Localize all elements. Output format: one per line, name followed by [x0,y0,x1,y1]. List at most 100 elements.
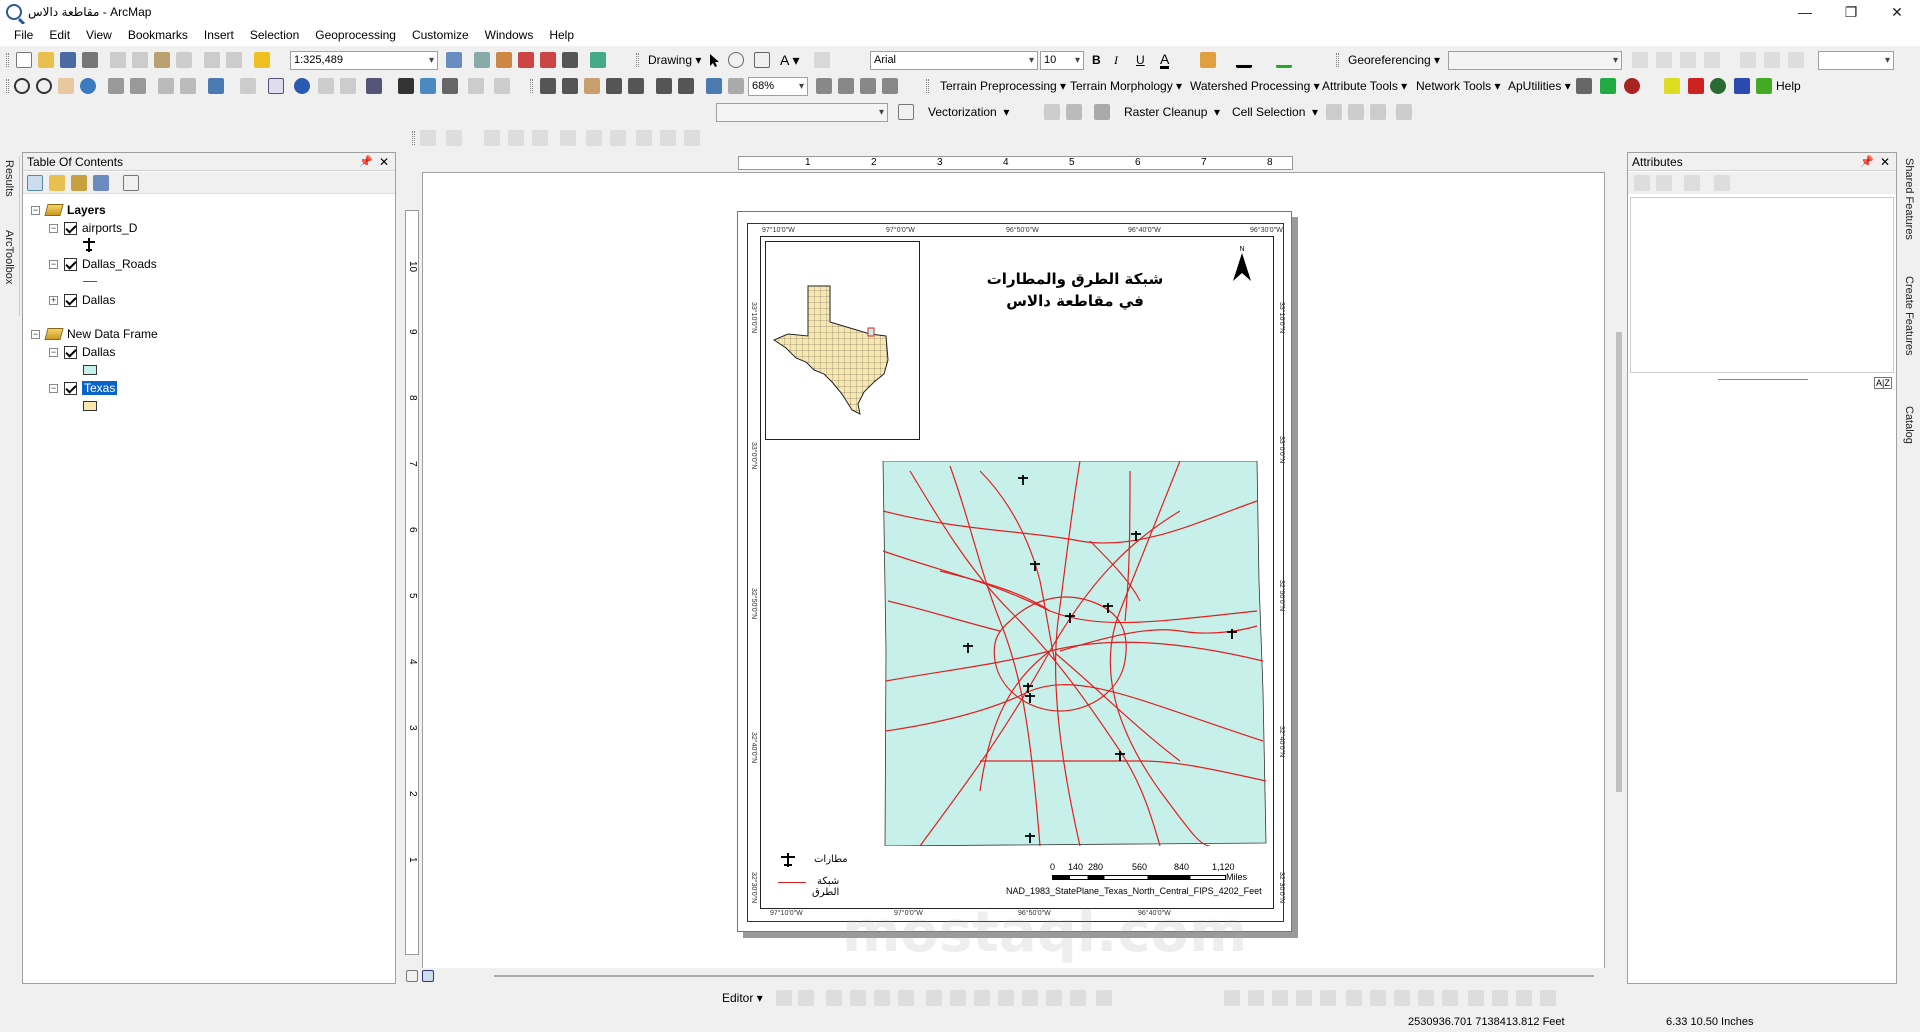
menu-view[interactable]: View [78,24,120,46]
georef-tool-icon[interactable] [1632,52,1648,68]
toggle-draft-icon[interactable] [816,78,832,94]
hydro-tool-icon[interactable] [1664,78,1680,94]
editor-menu[interactable]: Editor ▾ [722,989,763,1007]
terrain-morphology-menu[interactable]: Terrain Morphology ▾ [1070,77,1182,95]
visibility-checkbox[interactable] [64,257,77,271]
vertical-scrollbar[interactable] [1614,172,1626,972]
edit-vertices-icon[interactable] [814,52,830,68]
menu-windows[interactable]: Windows [477,24,542,46]
catalog-window-icon[interactable] [496,52,512,68]
measure-icon[interactable] [366,78,382,94]
fixed-zoom-out-icon[interactable] [130,78,146,94]
hydro-tool-icon[interactable] [1600,78,1616,94]
raster-layer-combo[interactable] [716,103,888,122]
clear-selection-icon[interactable] [240,78,256,94]
view-link-table-icon[interactable] [1764,52,1780,68]
network-tools-menu[interactable]: Network Tools ▾ [1416,77,1501,95]
change-layout-icon[interactable] [860,78,876,94]
hydro-tool-icon[interactable] [1734,78,1750,94]
viewer-window-icon[interactable] [494,78,510,94]
collapse-icon[interactable]: − [31,329,40,339]
rotate-icon[interactable] [728,52,744,68]
html-popup-icon[interactable] [340,78,356,94]
menu-help[interactable]: Help [541,24,582,46]
bold-button[interactable]: B [1092,51,1101,69]
menu-insert[interactable]: Insert [196,24,242,46]
horizontal-scrollbar[interactable] [494,975,1594,977]
collapse-icon[interactable]: − [49,223,58,233]
north-arrow[interactable]: N [1232,246,1252,286]
layout-view-icon[interactable] [422,970,434,982]
data-driven-pages-icon[interactable] [882,78,898,94]
help-menu[interactable]: Help [1776,77,1801,95]
select-elements-icon[interactable] [268,78,284,94]
underline-button[interactable]: U [1136,51,1145,69]
cut-icon[interactable] [110,52,126,68]
results-tab[interactable]: Results [3,160,15,197]
visibility-checkbox[interactable] [64,221,77,235]
layer-dallas-roads[interactable]: − Dallas_Roads [49,255,157,273]
arctoolbox-tab[interactable]: ArcToolbox [3,230,15,284]
rotate-georef-icon[interactable] [1788,52,1804,68]
hyperlink-icon[interactable] [318,78,334,94]
georef-layer-combo[interactable] [1448,51,1622,70]
catalog-tab[interactable]: Catalog [1903,406,1915,444]
texas-inset-map[interactable] [765,241,920,440]
fixed-zoom-in-icon[interactable] [108,78,124,94]
save-icon[interactable] [60,52,76,68]
layout-zoom-combo[interactable]: 68% [748,77,808,96]
map-title[interactable]: شبكة الطرق والمطارات في مقاطعة دالاس [985,268,1165,312]
splitter[interactable] [1718,379,1808,380]
text-tool[interactable]: A ▾ [780,51,799,69]
list-by-source-icon[interactable] [49,175,65,191]
editor-toolbar-icon[interactable] [446,52,462,68]
map-scale-combo[interactable]: 1:325,489 [290,51,438,70]
options-icon[interactable] [1714,175,1730,191]
raster-painting-icon[interactable] [1094,104,1110,120]
layout-zoom-in-icon[interactable] [540,78,556,94]
layer-dallas-2[interactable]: − Dallas [49,343,115,361]
hydro-tool-icon[interactable] [1688,78,1704,94]
hydro-tool-icon[interactable] [1710,78,1726,94]
identify-icon[interactable] [294,78,310,94]
vectorization-trace-icon[interactable] [1066,104,1082,120]
zoom-100-icon[interactable] [628,78,644,94]
arctoolbox-icon[interactable] [540,52,556,68]
terrain-preprocessing-menu[interactable]: Terrain Preprocessing ▾ [940,77,1066,95]
list-by-selection-icon[interactable] [93,175,109,191]
list-by-visibility-icon[interactable] [71,175,87,191]
italic-button[interactable]: I [1114,51,1118,69]
drawing-menu[interactable]: Drawing ▾ [648,51,701,69]
data-frame-layers[interactable]: − Layers [31,201,106,219]
line-color-icon[interactable] [1236,52,1252,68]
georeferencing-menu[interactable]: Georeferencing ▾ [1348,51,1440,69]
aputilities-menu[interactable]: ApUtilities ▾ [1508,77,1571,95]
zoom-in-icon[interactable] [14,78,30,94]
marker-color-icon[interactable] [1276,52,1292,68]
undo-icon[interactable] [204,52,220,68]
attribute-tools-menu[interactable]: Attribute Tools ▾ [1322,77,1407,95]
redo-icon[interactable] [226,52,242,68]
add-data-icon[interactable] [254,52,270,68]
time-slider-icon[interactable] [468,78,484,94]
menu-customize[interactable]: Customize [404,24,477,46]
go-forward-extent-icon[interactable] [728,78,744,94]
layout-zoom-out-icon[interactable] [562,78,578,94]
collapse-icon[interactable]: − [31,205,40,215]
focus-data-frame-icon[interactable] [838,78,854,94]
cell-selection-menu[interactable]: Cell Selection ▾ [1232,103,1318,121]
collapse-icon[interactable]: − [49,259,58,269]
cell-statistics-icon[interactable] [1396,104,1412,120]
toolbar-grip[interactable] [636,53,639,67]
georef-tool-icon[interactable] [1656,52,1672,68]
go-back-extent-icon[interactable] [706,78,722,94]
create-features-tab[interactable]: Create Features [1903,276,1915,355]
hydro-tool-icon[interactable] [1756,78,1772,94]
collapse-icon[interactable]: − [49,383,58,393]
copy-icon[interactable] [132,52,148,68]
pin-icon[interactable]: 📌 [359,153,373,171]
find-icon[interactable] [398,78,414,94]
fixed-zoom-out-layout-icon[interactable] [678,78,694,94]
shared-features-tab[interactable]: Shared Features [1903,158,1915,240]
find-route-icon[interactable] [420,78,436,94]
